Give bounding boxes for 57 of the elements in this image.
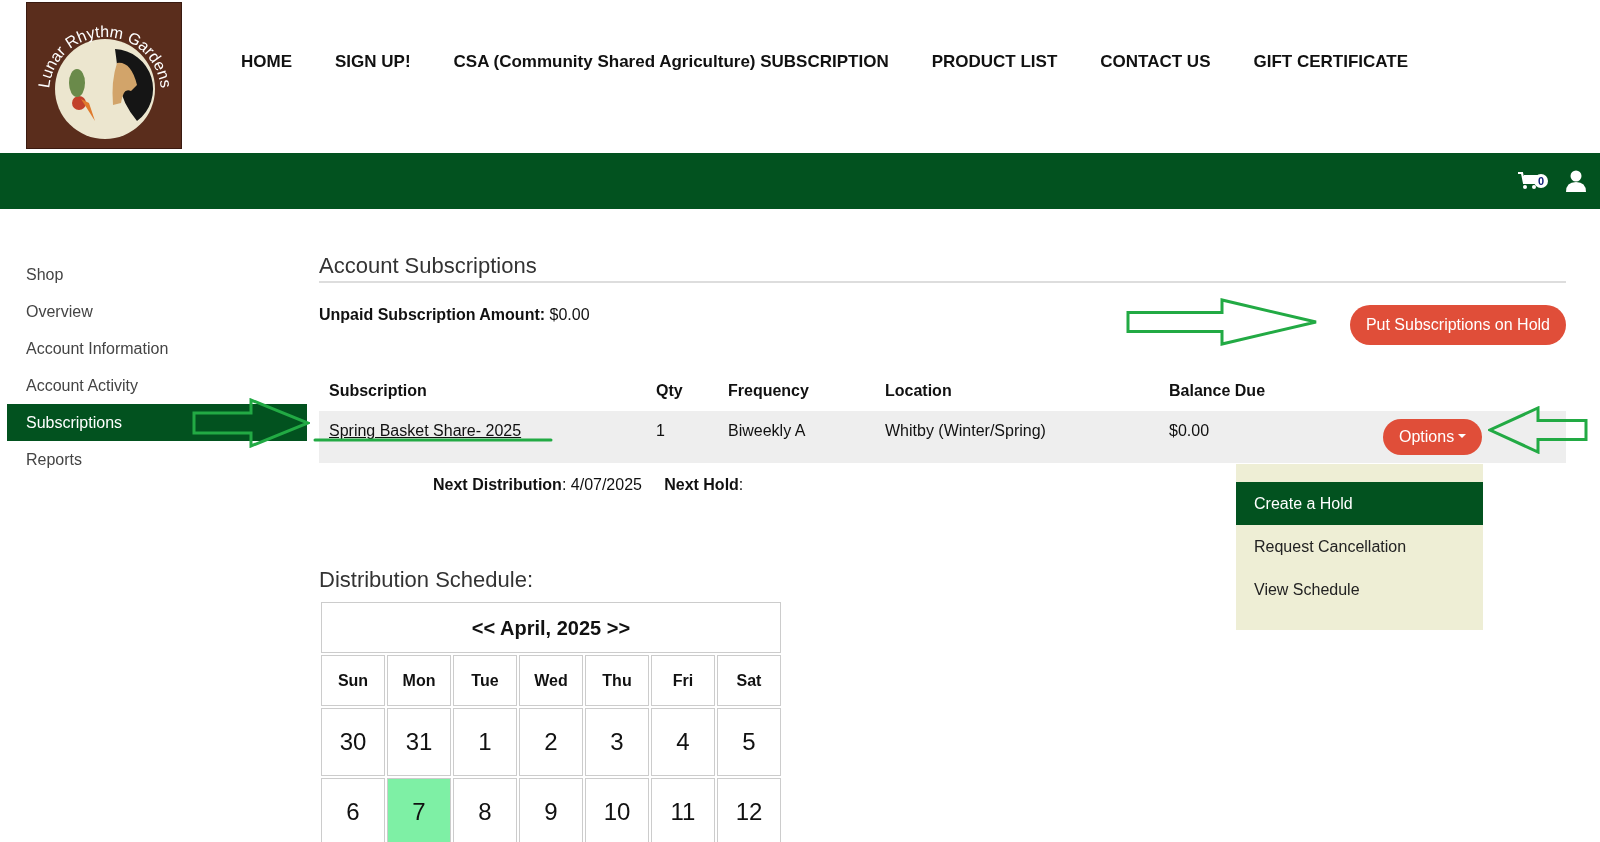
hold-button[interactable]: Put Subscriptions on Hold: [1349, 305, 1566, 346]
column-header: Subscription: [319, 371, 646, 412]
calendar-day[interactable]: 1: [453, 708, 517, 777]
unpaid-amount: Unpaid Subscription Amount: $0.00: [319, 305, 590, 326]
page-title: Account Subscriptions: [319, 253, 1566, 284]
calendar-day[interactable]: 6: [321, 778, 385, 842]
weekday-header: Wed: [519, 655, 583, 707]
sidebar-item[interactable]: Subscriptions: [7, 404, 307, 441]
nav-link[interactable]: SIGN UP!: [335, 49, 411, 75]
calendar-day[interactable]: 8: [453, 778, 517, 842]
column-header: Frequency: [718, 371, 875, 412]
nav-link[interactable]: GIFT CERTIFICATE: [1253, 49, 1409, 75]
calendar-day[interactable]: 12: [717, 778, 781, 842]
sidebar-item[interactable]: Reports: [7, 441, 307, 478]
calendar-day[interactable]: 30: [321, 708, 385, 777]
calendar-day[interactable]: 10: [585, 778, 649, 842]
month-title: April, 2025: [500, 616, 602, 639]
next-distribution-info: Next Distribution: 4/07/2025 Next Hold:: [433, 475, 745, 496]
calendar-day[interactable]: 2: [519, 708, 583, 777]
calendar-day[interactable]: 11: [651, 778, 715, 842]
section-title: Distribution Schedule:: [319, 566, 533, 595]
nav-link[interactable]: PRODUCT LIST: [931, 49, 1058, 75]
table-cell: 1: [646, 411, 718, 464]
sidebar-item[interactable]: Account Information: [7, 330, 307, 367]
table-cell: Biweekly A: [718, 411, 875, 464]
prev-month-link[interactable]: <<: [471, 616, 496, 639]
options-button[interactable]: Options: [1383, 419, 1483, 456]
column-header: Qty: [646, 371, 718, 412]
sidebar-item[interactable]: Account Activity: [7, 367, 307, 404]
next-month-link[interactable]: >>: [606, 616, 631, 639]
weekday-header: Thu: [585, 655, 649, 707]
weekday-header: Sun: [321, 655, 385, 707]
nav-link[interactable]: HOME: [241, 49, 292, 75]
column-header: Balance Due: [1159, 371, 1373, 412]
calendar-day[interactable]: 31: [387, 708, 451, 777]
menu-item[interactable]: Request Cancellation: [1236, 525, 1483, 568]
calendar-day[interactable]: 3: [585, 708, 649, 777]
nav-link[interactable]: CSA (Community Shared Agriculture) SUBSCRIPTION: [453, 49, 889, 75]
cart-icon[interactable]: [1518, 172, 1538, 190]
calendar-day[interactable]: 7: [387, 778, 451, 842]
cart-count: 0: [1534, 174, 1548, 188]
sidebar-item[interactable]: Shop: [7, 256, 307, 293]
weekday-header: Tue: [453, 655, 517, 707]
user-icon[interactable]: [1566, 170, 1586, 192]
calendar-day[interactable]: 5: [717, 708, 781, 777]
menu-item[interactable]: View Schedule: [1236, 568, 1483, 611]
weekday-header: Fri: [651, 655, 715, 707]
table-cell: $0.00: [1159, 411, 1373, 464]
sidebar-item[interactable]: Overview: [7, 293, 307, 330]
nav-link[interactable]: CONTACT US: [1100, 49, 1211, 75]
weekday-header: Sat: [717, 655, 781, 707]
calendar-day[interactable]: 4: [651, 708, 715, 777]
table-cell: Whitby (Winter/Spring): [875, 411, 1159, 464]
calendar-day[interactable]: 9: [519, 778, 583, 842]
menu-item[interactable]: Create a Hold: [1236, 482, 1483, 525]
column-header: Location: [875, 371, 1159, 412]
weekday-header: Mon: [387, 655, 451, 707]
